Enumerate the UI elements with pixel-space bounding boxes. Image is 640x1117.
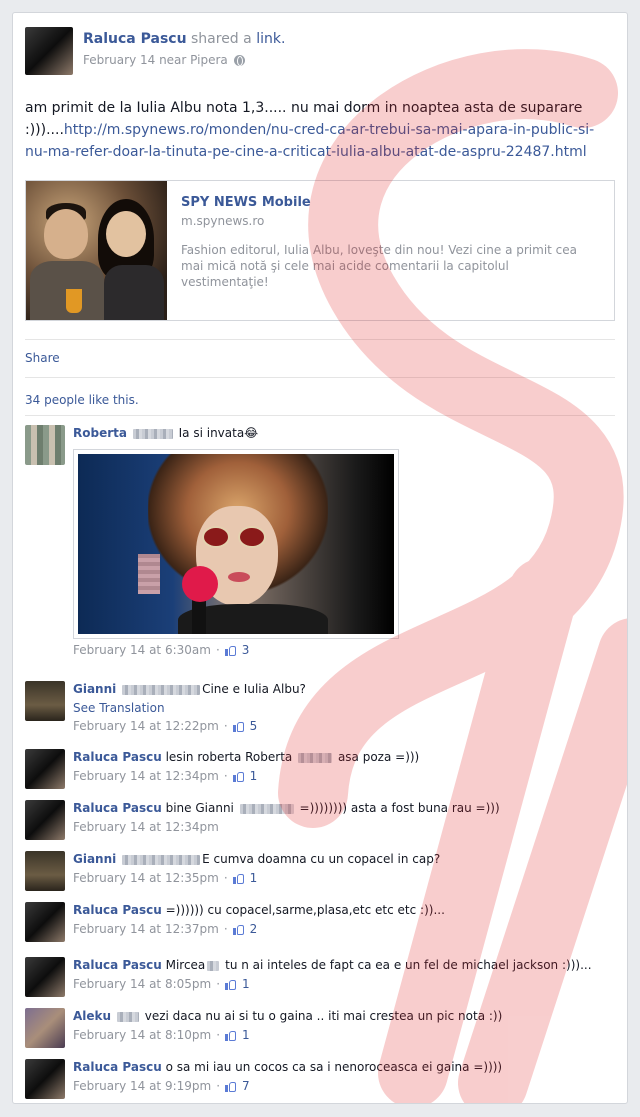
commenter-avatar[interactable]	[25, 800, 65, 840]
commenter-name[interactable]: Raluca Pascu	[73, 958, 162, 972]
comment-timestamp[interactable]: February 14 at 12:37pm	[73, 922, 219, 936]
comment: Roberta Ia si invata😂 February 14 at 6:3…	[25, 425, 617, 657]
comment-like-count[interactable]: 5	[250, 719, 258, 733]
comment-text: Cine e Iulia Albu?	[202, 682, 306, 696]
post-header: Raluca Pascu shared a link. February 14 …	[25, 27, 285, 75]
comment-timestamp[interactable]: February 14 at 8:10pm	[73, 1028, 211, 1042]
comment-photo[interactable]	[73, 449, 399, 639]
commenter-name[interactable]: Gianni	[73, 682, 116, 696]
thumbs-up-icon[interactable]	[225, 1081, 237, 1092]
comment-text: Mircea	[165, 958, 206, 972]
blurred-surname	[116, 1011, 139, 1022]
author-avatar[interactable]	[25, 27, 73, 75]
comment-like-count[interactable]: 1	[242, 977, 250, 991]
link-attachment[interactable]: SPY NEWS Mobile m.spynews.ro Fashion edi…	[25, 180, 615, 321]
action-link[interactable]: link.	[256, 31, 285, 47]
post-timestamp[interactable]: February 14 near Pipera	[83, 53, 228, 67]
commenter-name[interactable]: Raluca Pascu	[73, 801, 162, 815]
comment: Gianni E cumva doamna cu un copacel in c…	[25, 851, 617, 891]
commenter-name[interactable]: Raluca Pascu	[73, 1060, 162, 1074]
blurred-surname	[122, 854, 201, 865]
blurred-surname	[122, 684, 201, 695]
commenter-avatar[interactable]	[25, 902, 65, 942]
divider	[25, 377, 615, 378]
attachment-domain: m.spynews.ro	[181, 214, 265, 228]
thumbs-up-icon[interactable]	[232, 771, 245, 782]
comment-text: bine Gianni	[165, 801, 234, 815]
comment-timestamp[interactable]: February 14 at 6:30am	[73, 643, 211, 657]
comment-text: asa poza =)))	[337, 750, 420, 764]
globe-icon[interactable]	[233, 54, 245, 66]
thumbs-up-icon[interactable]	[232, 873, 245, 884]
comment: Raluca Pascu Mircea tu n ai inteles de f…	[25, 957, 617, 997]
blurred-surname	[298, 752, 333, 763]
post-url[interactable]: http://m.spynews.ro/monden/nu-cred-ca-ar…	[25, 122, 594, 160]
post-card: Raluca Pascu shared a link. February 14 …	[12, 12, 628, 1104]
comment: Gianni Cine e Iulia Albu? See Translatio…	[25, 681, 617, 733]
author-name[interactable]: Raluca Pascu	[83, 31, 187, 47]
commenter-avatar[interactable]	[25, 681, 65, 721]
thumbs-up-icon[interactable]	[225, 979, 237, 990]
commenter-name[interactable]: Raluca Pascu	[73, 903, 162, 917]
comment-timestamp[interactable]: February 14 at 8:05pm	[73, 977, 211, 991]
comment-text: tu n ai inteles de fapt ca ea e un fel d…	[225, 958, 592, 972]
attachment-title[interactable]: SPY NEWS Mobile	[181, 195, 600, 210]
comment-text: lesin roberta Roberta	[165, 750, 293, 764]
commenter-avatar[interactable]	[25, 851, 65, 891]
comment-like-count[interactable]: 1	[250, 769, 258, 783]
comment-timestamp[interactable]: February 14 at 12:35pm	[73, 871, 219, 885]
comment-text: E cumva doamna cu un copacel in cap?	[202, 852, 441, 866]
comment-text: vezi daca nu ai si tu o gaina .. iti mai…	[144, 1009, 503, 1023]
action-text: shared a	[191, 31, 252, 47]
share-link[interactable]: Share	[25, 351, 60, 365]
comment-like-count[interactable]: 1	[250, 871, 258, 885]
comment-like-count[interactable]: 3	[242, 643, 250, 657]
commenter-name[interactable]: Raluca Pascu	[73, 750, 162, 764]
comment-text: =)))))) cu copacel,sarme,plasa,etc etc e…	[165, 903, 445, 917]
comment-text: =)))))))) asta a fost buna rau =)))	[299, 801, 500, 815]
comment: Aleku vezi daca nu ai si tu o gaina .. i…	[25, 1008, 617, 1048]
comment: Raluca Pascu bine Gianni =)))))))) asta …	[25, 800, 617, 840]
comment: Raluca Pascu lesin roberta Roberta asa p…	[25, 749, 617, 789]
divider	[25, 339, 615, 340]
thumbs-up-icon[interactable]	[232, 721, 245, 732]
attachment-description: Fashion editorul, Iulia Albu, loveşte di…	[181, 243, 577, 289]
comment-timestamp[interactable]: February 14 at 9:19pm	[73, 1079, 211, 1093]
commenter-avatar[interactable]	[25, 1059, 65, 1099]
comment: Raluca Pascu =)))))) cu copacel,sarme,pl…	[25, 902, 617, 942]
commenter-name[interactable]: Roberta	[73, 426, 127, 440]
comment-text: o sa mi iau un cocos ca sa i nenoroceasc…	[165, 1060, 503, 1074]
thumbs-up-icon[interactable]	[225, 1030, 237, 1041]
post-text: am primit de la Iulia Albu nota 1,3.....…	[25, 97, 617, 163]
comment-timestamp[interactable]: February 14 at 12:34pm	[73, 769, 219, 783]
commenter-avatar[interactable]	[25, 425, 65, 465]
attachment-thumbnail[interactable]	[26, 181, 167, 320]
comment-like-count[interactable]: 7	[242, 1079, 250, 1093]
blurred-surname	[207, 960, 220, 971]
commenter-avatar[interactable]	[25, 1008, 65, 1048]
commenter-avatar[interactable]	[25, 957, 65, 997]
comment-timestamp[interactable]: February 14 at 12:34pm	[73, 820, 219, 834]
comment: Raluca Pascu o sa mi iau un cocos ca sa …	[25, 1059, 617, 1099]
thumbs-up-icon[interactable]	[232, 924, 245, 935]
see-translation-link[interactable]: See Translation	[73, 701, 617, 715]
commenter-name[interactable]: Aleku	[73, 1009, 111, 1023]
thumbs-up-icon[interactable]	[224, 645, 237, 656]
blurred-surname	[239, 803, 294, 814]
commenter-name[interactable]: Gianni	[73, 852, 116, 866]
likes-summary-text[interactable]: 34 people like this.	[25, 393, 139, 407]
divider	[25, 415, 615, 416]
comment-timestamp[interactable]: February 14 at 12:22pm	[73, 719, 219, 733]
likes-summary[interactable]: 34 people like this.	[25, 393, 139, 407]
commenter-avatar[interactable]	[25, 749, 65, 789]
comment-like-count[interactable]: 2	[250, 922, 258, 936]
comment-text: Ia si invata😂	[178, 426, 259, 440]
blurred-surname	[132, 428, 173, 439]
comment-like-count[interactable]: 1	[242, 1028, 250, 1042]
